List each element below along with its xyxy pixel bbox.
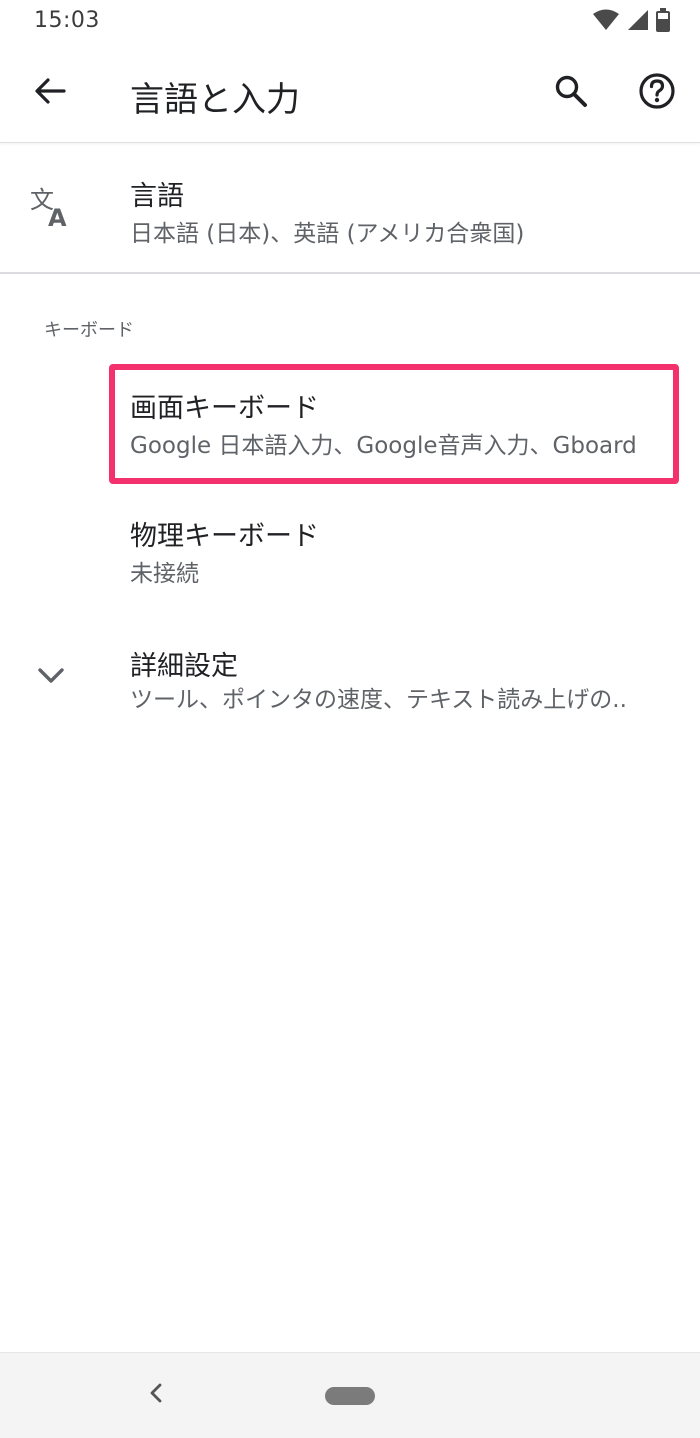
language-setting[interactable]: 文 A 言語 日本語 (日本)、英語 (アメリカ合衆国) [0,142,700,272]
nav-back-icon [146,1381,166,1409]
app-bar: 言語と入力 [0,44,700,143]
language-title: 言語 [130,181,184,212]
physical-keyboard-summary: 未接続 [130,561,199,587]
wifi-icon [592,8,620,36]
on-screen-keyboard-setting[interactable]: 画面キーボード Google 日本語入力、Google音声入力、Gboard [0,362,700,482]
status-time: 15:03 [34,8,100,33]
nav-back-button[interactable] [138,1377,174,1413]
physical-keyboard-title: 物理キーボード [130,521,319,552]
status-bar: 15:03 [0,0,700,44]
svg-text:A: A [48,204,67,230]
home-pill-icon[interactable] [325,1387,375,1405]
search-button[interactable] [543,65,599,121]
section-header-keyboard: キーボード [44,320,134,341]
advanced-summary: ツール、ポインタの速度、テキスト読み上げの.. [130,687,627,713]
help-icon [638,72,676,114]
divider [0,272,700,274]
language-summary: 日本語 (日本)、英語 (アメリカ合衆国) [130,221,525,247]
arrow-back-icon [34,75,66,111]
advanced-setting[interactable]: 詳細設定 ツール、ポインタの速度、テキスト読み上げの.. [0,620,700,730]
search-icon [554,74,588,112]
status-icons [592,8,670,36]
system-nav-bar [0,1352,700,1438]
translate-icon: 文 A [28,184,74,232]
settings-screen: 15:03 言語と入力 文 A 言語 日本語 (日本)、英語 (アメリカ合衆国)… [0,0,700,1438]
back-button[interactable] [22,65,78,121]
on-screen-keyboard-title: 画面キーボード [130,393,319,424]
physical-keyboard-setting[interactable]: 物理キーボード 未接続 [0,490,700,600]
battery-icon [656,8,670,36]
advanced-title: 詳細設定 [130,651,238,682]
page-title: 言語と入力 [130,80,300,120]
on-screen-keyboard-summary: Google 日本語入力、Google音声入力、Gboard [130,433,637,459]
help-button[interactable] [629,65,685,121]
cell-signal-icon [626,8,650,36]
chevron-down-icon [34,664,68,688]
